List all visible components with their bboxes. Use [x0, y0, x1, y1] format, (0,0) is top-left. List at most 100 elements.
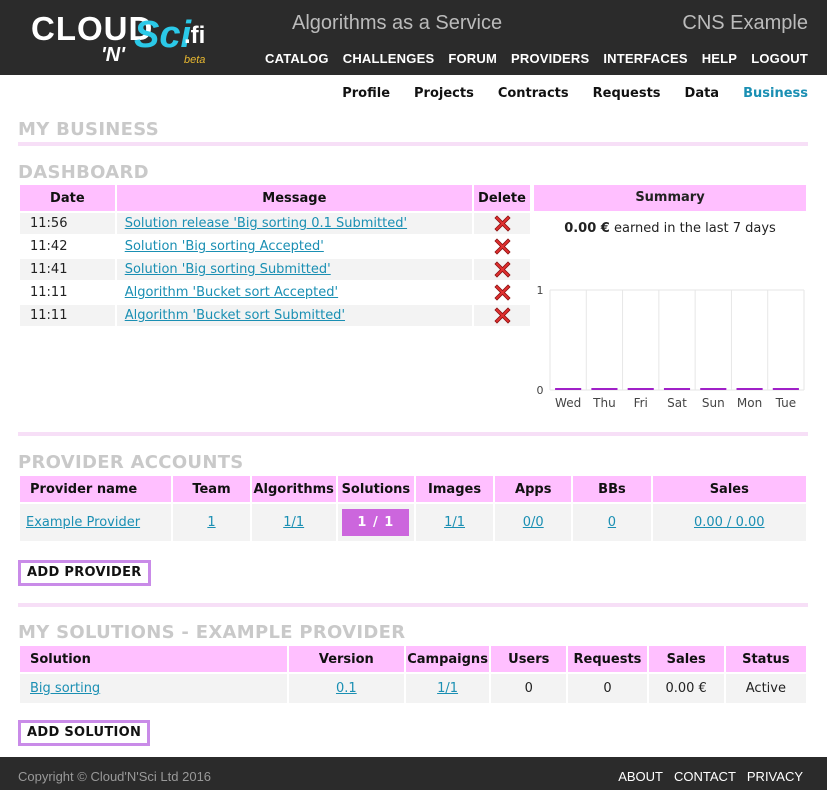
subnav-business[interactable]: Business [743, 86, 808, 101]
tagline: Algorithms as a Service [292, 12, 503, 34]
dashboard-header-row: Date Message Delete [20, 185, 530, 211]
x-tick-label: Wed [555, 396, 581, 410]
col-images: Images [415, 476, 494, 502]
subnav-data[interactable]: Data [685, 86, 720, 101]
sub-nav: Profile Projects Contracts Requests Data… [342, 86, 808, 101]
provider-accounts-table: Provider name Team Algorithms Solutions … [18, 474, 808, 543]
x-tick-label: Sat [667, 396, 687, 410]
col-bbs: BBs [573, 476, 651, 502]
bbs-link[interactable]: 0 [608, 515, 616, 530]
delete-icon[interactable] [493, 261, 511, 278]
message-link[interactable]: Algorithm 'Bucket sort Submitted' [125, 308, 345, 323]
top-header: CLOUD 'N' Sci .fi beta Algorithms as a S… [0, 0, 827, 75]
summary-panel: Summary 0.00 € earned in the last 7 days [532, 183, 808, 236]
message-link[interactable]: Solution 'Big sorting Submitted' [125, 262, 331, 277]
footer-contact[interactable]: CONTACT [674, 769, 736, 784]
col-date: Date [20, 185, 115, 211]
dashboard-table: Date Message Delete 11:56 Solution relea… [18, 183, 532, 328]
page-title: MY BUSINESS [18, 119, 159, 140]
provider-name-link[interactable]: Example Provider [26, 515, 140, 530]
footer-privacy[interactable]: PRIVACY [747, 769, 803, 784]
row-time: 11:41 [20, 259, 115, 280]
table-row: 11:41 Solution 'Big sorting Submitted' [20, 259, 530, 280]
version-link[interactable]: 0.1 [336, 681, 357, 696]
images-link[interactable]: 1/1 [444, 515, 465, 530]
col-campaigns: Campaigns [405, 646, 490, 672]
sales-value: 0.00 € [648, 674, 724, 703]
col-sales: Sales [648, 646, 724, 672]
message-link[interactable]: Solution 'Big sorting Accepted' [125, 239, 324, 254]
summary-title: Summary [534, 185, 806, 211]
message-link[interactable]: Solution release 'Big sorting 0.1 Submit… [125, 216, 407, 231]
x-tick-label: Sun [702, 396, 725, 410]
cloudnsci-logo[interactable]: CLOUD 'N' Sci .fi beta [31, 8, 231, 70]
nav-catalog[interactable]: CATALOG [265, 51, 329, 66]
delete-icon[interactable] [493, 307, 511, 324]
table-row: 11:11 Algorithm 'Bucket sort Accepted' [20, 282, 530, 303]
col-status: Status [725, 646, 806, 672]
table-row: 11:56 Solution release 'Big sorting 0.1 … [20, 213, 530, 234]
subnav-requests[interactable]: Requests [593, 86, 661, 101]
chart-bar [736, 388, 763, 390]
main-nav: CATALOG CHALLENGES FORUM PROVIDERS INTER… [265, 51, 808, 66]
apps-link[interactable]: 0/0 [523, 515, 544, 530]
chart-bar [772, 388, 799, 390]
footer: Copyright © Cloud'N'Sci Ltd 2016 ABOUT C… [0, 757, 827, 790]
chart-bar [591, 388, 618, 390]
subnav-contracts[interactable]: Contracts [498, 86, 569, 101]
chart-bar [700, 388, 727, 390]
table-row: 11:11 Algorithm 'Bucket sort Submitted' [20, 305, 530, 326]
nav-logout[interactable]: LOGOUT [751, 51, 808, 66]
solution-name-link[interactable]: Big sorting [30, 681, 100, 696]
col-users: Users [491, 646, 567, 672]
users-count: 0 [491, 674, 567, 703]
delete-icon[interactable] [493, 238, 511, 255]
dashboard-title: DASHBOARD [18, 162, 149, 183]
nav-help[interactable]: HELP [702, 51, 737, 66]
table-row: 11:42 Solution 'Big sorting Accepted' [20, 236, 530, 257]
y-tick-label: 1 [537, 284, 544, 297]
nav-interfaces[interactable]: INTERFACES [603, 51, 687, 66]
provider-header-row: Provider name Team Algorithms Solutions … [20, 476, 806, 502]
solutions-header-row: Solution Version Campaigns Users Request… [20, 646, 806, 672]
chart-bar [663, 388, 691, 390]
delete-icon[interactable] [493, 284, 511, 301]
add-provider-button[interactable]: ADD PROVIDER [18, 560, 151, 586]
col-message: Message [116, 185, 473, 211]
nav-forum[interactable]: FORUM [448, 51, 497, 66]
nav-providers[interactable]: PROVIDERS [511, 51, 589, 66]
solutions-badge[interactable]: 1 / 1 [342, 509, 410, 536]
logo-fi-text: .fi [184, 22, 206, 49]
earnings-bar-chart: 0 1 Wed Thu Fri Sat Sun Mon Tue [537, 284, 805, 410]
team-link[interactable]: 1 [207, 515, 215, 530]
col-algorithms: Algorithms [251, 476, 336, 502]
footer-about[interactable]: ABOUT [618, 769, 663, 784]
add-solution-button[interactable]: ADD SOLUTION [18, 720, 151, 746]
subnav-profile[interactable]: Profile [342, 86, 390, 101]
table-row: Example Provider 1 1/1 1 / 1 1/1 0/0 0 0… [20, 504, 806, 541]
campaigns-link[interactable]: 1/1 [437, 681, 458, 696]
x-tick-label: Tue [775, 396, 797, 410]
solutions-table: Solution Version Campaigns Users Request… [18, 644, 808, 705]
earnings-label: earned in the last 7 days [609, 221, 776, 236]
col-version: Version [288, 646, 404, 672]
algorithms-link[interactable]: 1/1 [283, 515, 304, 530]
footer-nav: ABOUT CONTACT PRIVACY [618, 769, 803, 784]
col-apps: Apps [495, 476, 572, 502]
chart-bar [555, 388, 582, 390]
message-link[interactable]: Algorithm 'Bucket sort Accepted' [125, 285, 338, 300]
subnav-projects[interactable]: Projects [414, 86, 474, 101]
delete-icon[interactable] [493, 215, 511, 232]
logo-beta-text: beta [184, 54, 206, 66]
sales-link[interactable]: 0.00 / 0.00 [694, 515, 765, 530]
col-team: Team [173, 476, 250, 502]
requests-count: 0 [568, 674, 647, 703]
provider-accounts-title: PROVIDER ACCOUNTS [18, 452, 244, 473]
nav-challenges[interactable]: CHALLENGES [343, 51, 435, 66]
logo-sci-text: Sci [134, 14, 192, 56]
col-delete: Delete [474, 185, 530, 211]
divider [18, 432, 808, 436]
col-solutions: Solutions [337, 476, 414, 502]
status-value: Active [725, 674, 806, 703]
col-sales: Sales [652, 476, 806, 502]
